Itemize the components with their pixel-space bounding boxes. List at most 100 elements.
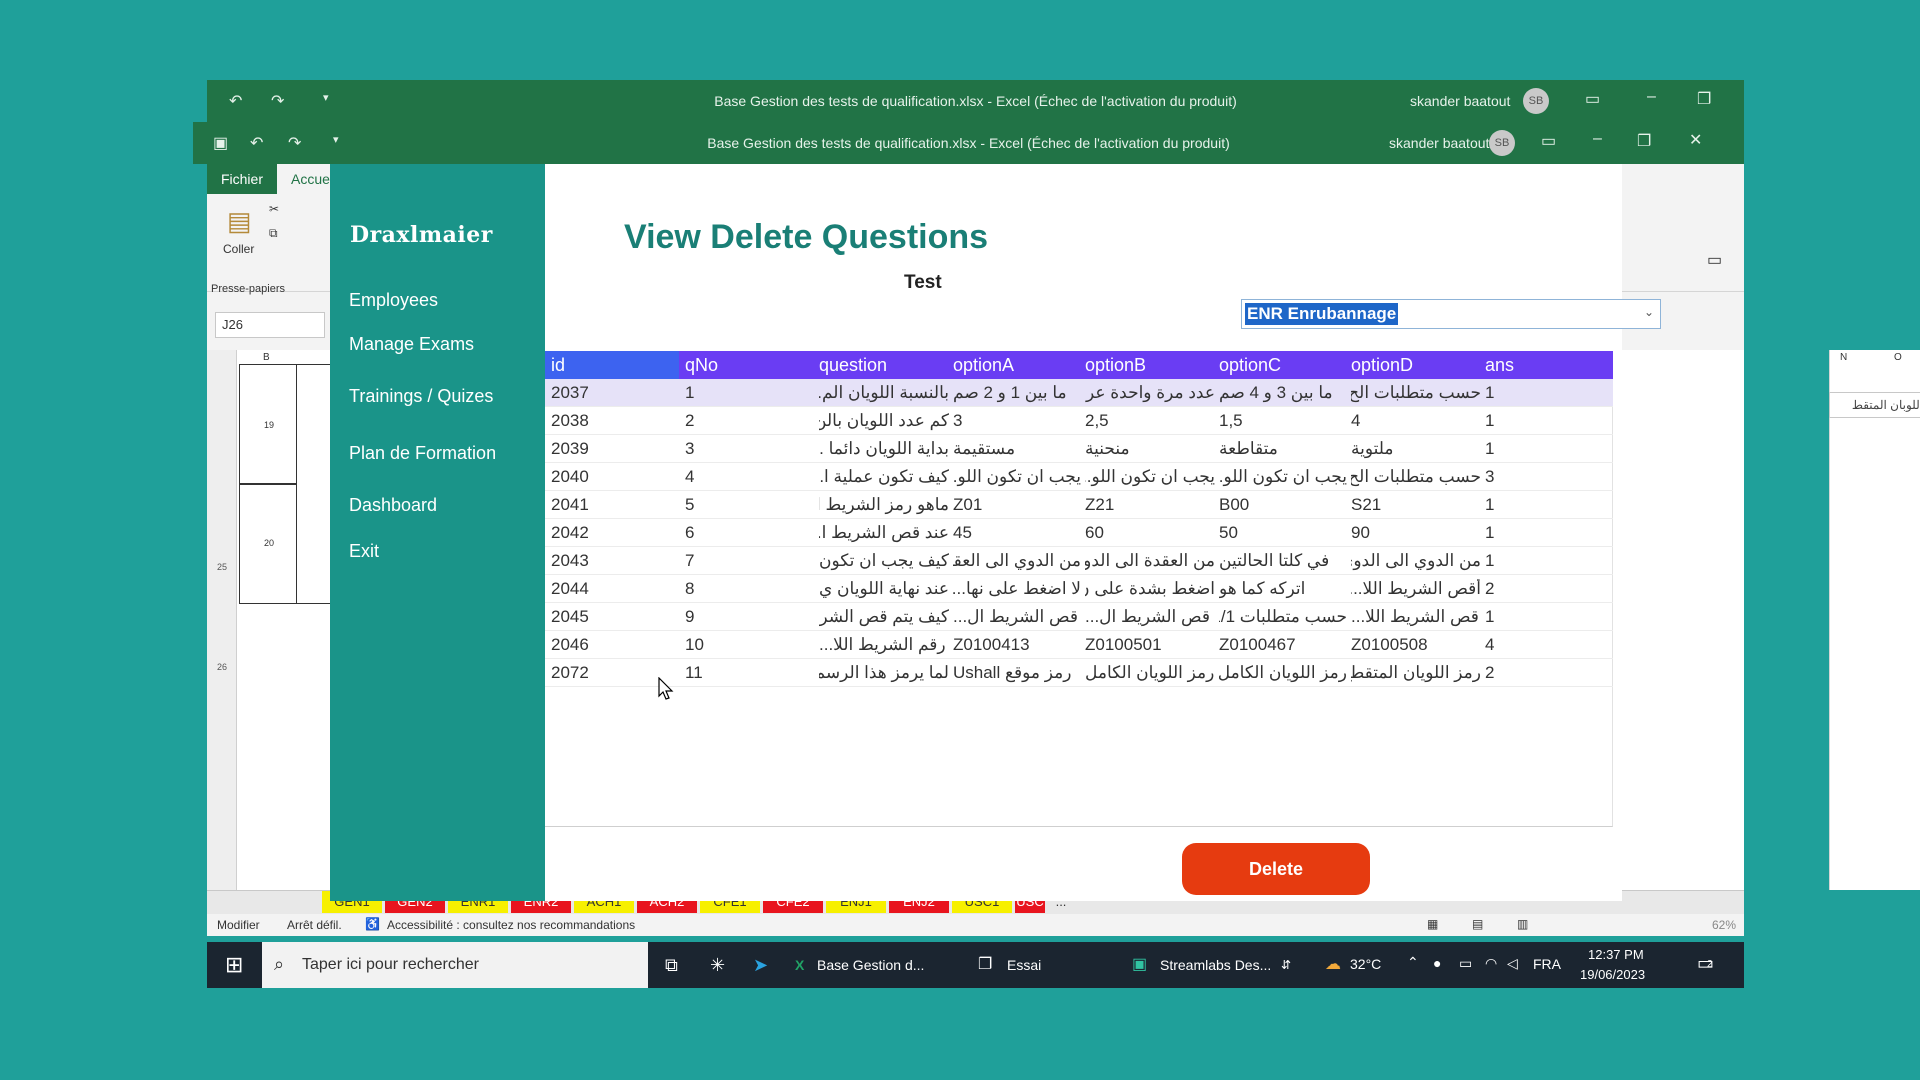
cell-ans[interactable]: 4 [1485,635,1585,655]
cut-icon[interactable]: ✂ [269,202,279,216]
right-combo-box[interactable]: رمزاللوبان المتقط [1829,392,1920,418]
cell-optiond[interactable]: رمز اللويان المتقطع [1351,663,1481,683]
telegram-icon[interactable]: ➤ [753,942,768,988]
cell-question[interactable]: كيف يتم قص الشر... [819,607,949,627]
cell-optionb[interactable]: يجب ان تكون اللو... [1085,467,1215,487]
cell-optiona[interactable]: Z0100413 [953,635,1081,655]
cell-optionc[interactable]: رمز اللويان الكامل ... [1219,663,1347,683]
chevron-up-icon[interactable]: ⌃ [1407,954,1419,971]
cell-optionc[interactable]: 50 [1219,523,1347,543]
cell-qno[interactable]: 4 [685,467,815,487]
taskbar-scroll-icon[interactable]: ⇵ [1281,942,1291,988]
table-row[interactable]: 2042 6 عند قص الشريط ا... 45 60 50 90 1 [545,519,1613,547]
cell-qno[interactable]: 7 [685,551,815,571]
cell-question[interactable]: كيف تكون عملية ا... [819,467,949,487]
cell-optionc[interactable]: B00 [1219,495,1347,515]
close-icon[interactable]: ✕ [1689,130,1702,150]
minimize-icon[interactable]: – [1647,88,1656,106]
paste-icon[interactable]: ▤ [227,206,252,237]
cell-qno[interactable]: 10 [685,635,815,655]
cell-ans[interactable]: 1 [1485,495,1585,515]
cell-optiona[interactable]: من الدوي الى العقدة [953,551,1081,571]
cell-optionb[interactable]: Z0100501 [1085,635,1215,655]
cell-ans[interactable]: 1 [1485,607,1585,627]
cell-qno[interactable]: 5 [685,495,815,515]
table-row[interactable]: 2044 8 عند نهاية اللويان ي... لا اضغط على ن… [545,575,1613,603]
test-select-value[interactable]: ENR Enrubannage [1245,303,1399,325]
cell-id[interactable]: 2042 [551,523,681,543]
cell-optiona[interactable]: لا اضغط على نها... [953,579,1081,599]
temperature[interactable]: 32°C [1350,956,1381,972]
cell-ans[interactable]: 1 [1485,523,1585,543]
comments-icon[interactable]: ▭ [1707,250,1722,270]
cell-id[interactable]: 2040 [551,467,681,487]
avatar[interactable]: SB [1523,88,1549,114]
weather-icon[interactable]: ☁ [1325,954,1341,974]
table-row[interactable]: 20415ماهو رمز الشريط ا...Z01Z21B00S211 [545,491,1613,519]
cell-ans[interactable]: 2 [1485,663,1585,683]
cell-optionb[interactable]: عدد مرة واحدة عر... [1085,383,1215,403]
cell-optiond[interactable]: حسب متطلبات الح... [1351,383,1481,403]
copy-icon[interactable]: ⧉ [269,226,278,241]
table-row[interactable]: 2046 10 رقم الشريط اللا... Z0100413 Z0100501… [545,631,1613,659]
column-header-ans[interactable]: ans [1485,355,1514,376]
taskbar-search[interactable]: ⌕ Taper ici pour rechercher [262,942,648,988]
nav-exit[interactable]: Exit [349,541,379,562]
column-header-qno[interactable]: qNo [685,355,718,376]
minimize-icon[interactable]: – [1593,130,1602,148]
cell-question[interactable]: كم عدد اللويان بالن... [819,411,949,431]
normal-view-icon[interactable]: ▦ [1427,917,1438,931]
cell-qno[interactable]: 3 [685,439,815,459]
cell-question[interactable]: بالنسبة اللويان الم... [819,383,949,403]
cell-optiond[interactable]: حسب متطلبات الح... [1351,467,1481,487]
questions-grid[interactable]: id qNo question optionA optionB optionC … [545,351,1613,827]
cell-optionb[interactable]: قص الشريط ال... [1085,607,1215,627]
cell-optiona[interactable]: مستقيمة [953,439,1081,459]
cell-optionc[interactable]: متقاطعة [1219,439,1347,459]
cell-qno[interactable]: 11 [685,663,815,683]
cell-optiond[interactable]: ملتوية [1351,439,1481,459]
cell-optiond[interactable]: 4 [1351,411,1481,431]
cell-optiond[interactable]: من الدوي الى الدوي [1351,551,1481,571]
column-header-optiond[interactable]: optionD [1351,355,1413,376]
chevron-down-icon[interactable]: ⌄ [1644,305,1654,319]
cell-optionc[interactable]: في كلتا الحالتين [1219,551,1347,571]
cell-optiond[interactable]: Z0100508 [1351,635,1481,655]
ribbon-display-icon[interactable]: ▭ [1585,89,1600,109]
microphone-icon[interactable]: ● [1433,955,1441,971]
task-view-icon[interactable]: ⧉ [665,942,678,988]
avatar[interactable]: SB [1489,130,1515,156]
cell-question[interactable]: عند نهاية اللويان ي... [819,579,949,599]
column-header-optionb[interactable]: optionB [1085,355,1146,376]
cell-optionb[interactable]: منحنية [1085,439,1215,459]
nav-dashboard[interactable]: Dashboard [349,495,437,516]
cell-optionc[interactable]: ما بين 3 و 4 صم [1219,383,1347,403]
cell-qno[interactable]: 1 [685,383,815,403]
table-row[interactable]: 2045 9 كيف يتم قص الشر... قص الشريط ال... قص… [545,603,1613,631]
cell-optionc[interactable]: يجب ان تكون اللو... [1219,467,1347,487]
cell-id[interactable]: 2045 [551,607,681,627]
windows-start-icon[interactable]: ⊞ [225,942,243,988]
language-indicator[interactable]: FRA [1533,956,1561,972]
cell-optiond[interactable]: أقص الشريط اللا... [1351,579,1481,599]
nav-employees[interactable]: Employees [349,290,438,311]
page-layout-icon[interactable]: ▤ [1472,917,1483,931]
cell-id[interactable]: 2038 [551,411,681,431]
cell-optiond[interactable]: قص الشريط اللا... [1351,607,1481,627]
clock-date[interactable]: 19/06/2023 [1580,967,1645,982]
zoom-level[interactable]: 62% [1712,918,1736,932]
essai-task-icon[interactable]: ❐ [978,942,992,988]
restore-icon[interactable]: ❐ [1697,89,1711,109]
cell-optiond[interactable]: S21 [1351,495,1481,515]
cell-optionc[interactable]: حسب متطلبات 1/1 [1219,607,1347,627]
clock-time[interactable]: 12:37 PM [1588,947,1644,962]
restore-icon[interactable]: ❐ [1637,131,1651,151]
cell-ans[interactable]: 3 [1485,467,1585,487]
cell-qno[interactable]: 2 [685,411,815,431]
cell-optionb[interactable]: Z21 [1085,495,1215,515]
column-header-question[interactable]: question [819,355,887,376]
cell-question[interactable]: لما يرمز هذا الرسم؟ [819,663,949,683]
cell-optiona[interactable]: Z01 [953,495,1081,515]
cell-id[interactable]: 2044 [551,579,681,599]
cell-question[interactable]: عند قص الشريط ا... [819,523,949,543]
